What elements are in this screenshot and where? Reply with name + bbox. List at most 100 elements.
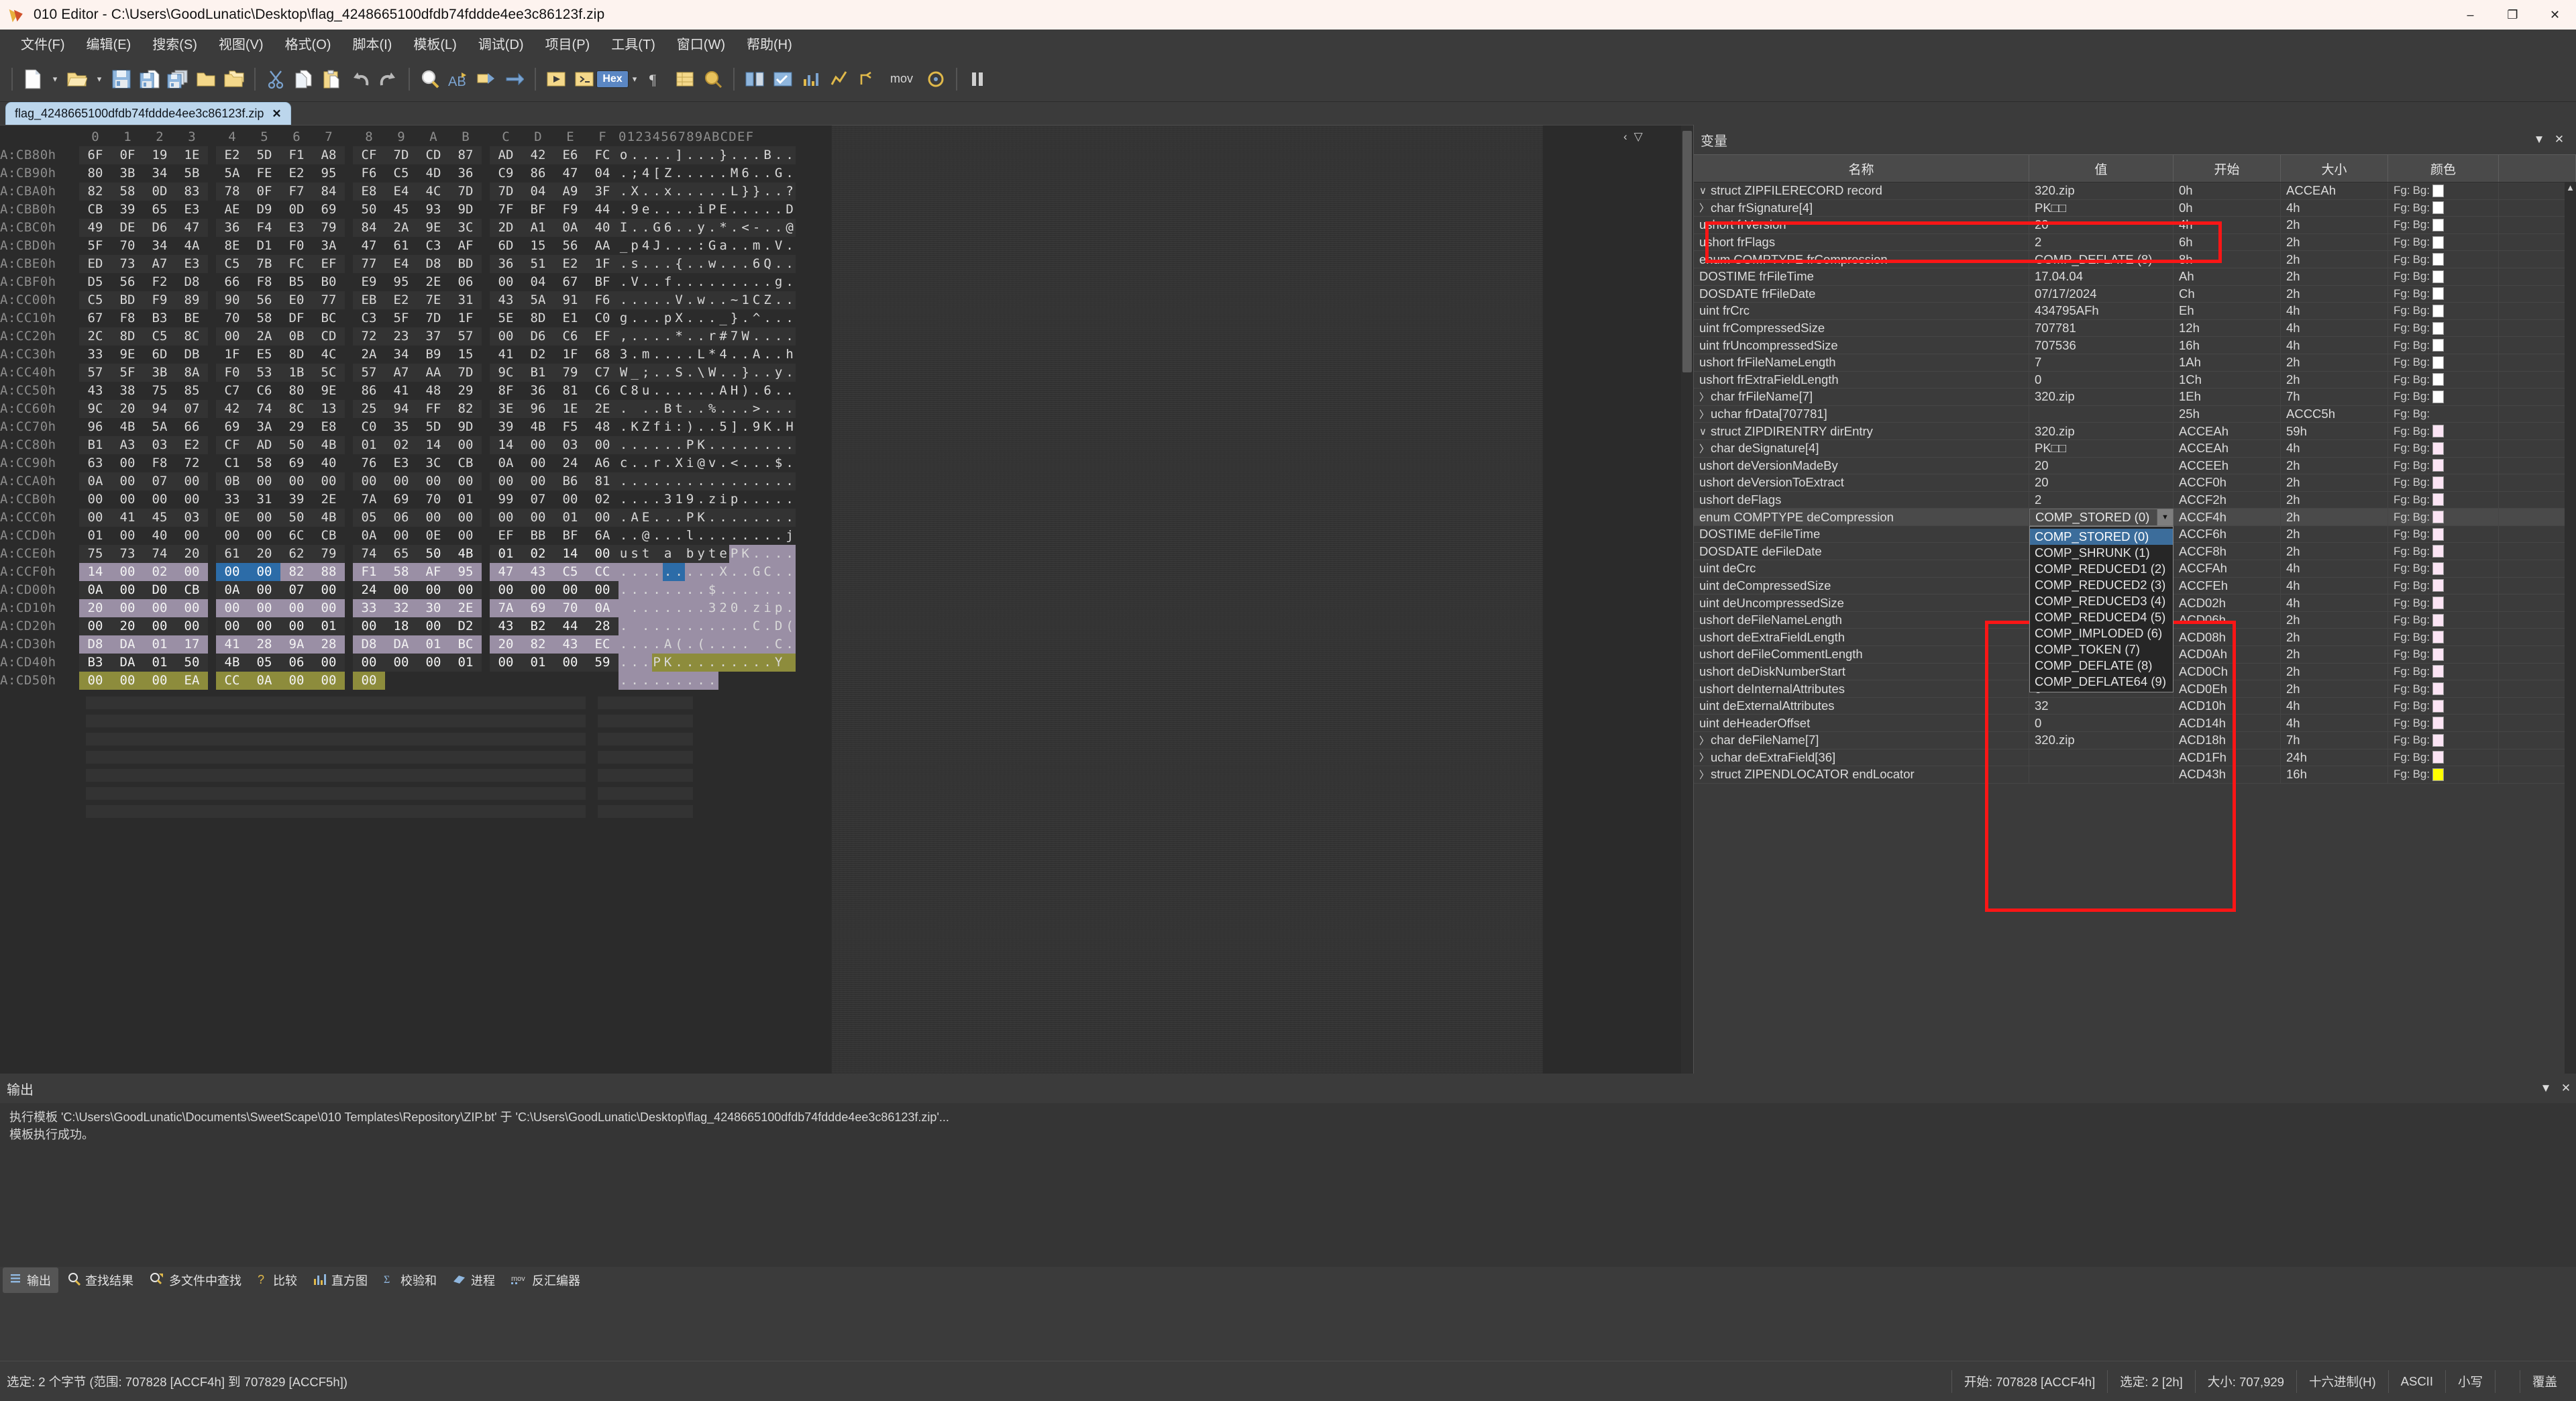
hex-byte[interactable]: B2 (522, 617, 554, 635)
hex-byte[interactable]: 7F (490, 201, 522, 219)
hex-byte[interactable]: 0A (490, 454, 522, 472)
hex-byte[interactable]: 00 (449, 436, 482, 454)
hex-byte[interactable]: 95 (385, 273, 417, 291)
hex-byte[interactable]: 00 (216, 599, 248, 617)
variable-color[interactable]: Fg: Bg: (2388, 560, 2499, 577)
hex-byte[interactable]: 83 (176, 183, 208, 201)
variable-value[interactable]: PK□□ (2029, 439, 2174, 457)
menu-item-0[interactable]: 文件(F) (11, 31, 75, 56)
hex-byte[interactable]: 30 (417, 599, 449, 617)
variable-row[interactable]: uint deExternalAttributes 32 ACD10h 4h Fg: Bg… (1694, 697, 2576, 715)
hex-byte[interactable]: 73 (111, 255, 144, 273)
hex-byte[interactable]: 14 (554, 545, 586, 563)
hex-byte[interactable]: D9 (248, 201, 280, 219)
variable-color[interactable]: Fg: Bg: (2388, 303, 2499, 319)
hex-byte[interactable]: 31 (449, 291, 482, 309)
hex-byte[interactable]: BE (176, 309, 208, 327)
hex-byte[interactable]: 9A (280, 635, 313, 654)
bg-color-swatch[interactable] (2432, 751, 2445, 764)
hex-byte[interactable]: D8 (176, 273, 208, 291)
hex-byte[interactable]: C6 (586, 382, 619, 400)
hex-ascii[interactable]: C 8 u...... A H). 6.. (619, 382, 796, 400)
hex-byte[interactable]: 00 (111, 490, 144, 509)
hex-byte[interactable]: 00 (176, 472, 208, 490)
hex-byte[interactable]: 00 (248, 563, 280, 581)
tree-twisty-icon[interactable]: 〉 (1699, 750, 1711, 764)
hex-byte[interactable]: E5 (248, 346, 280, 364)
hex-byte[interactable]: C5 (79, 291, 111, 309)
column-header-value[interactable]: 值 (2029, 155, 2174, 182)
hex-byte[interactable]: 1E (176, 146, 208, 164)
hex-row[interactable]: A:CC80h B1 A3 03 E2 CF AD 50 4B 01 02 14 00 14 00 03 00.… (0, 436, 796, 454)
hex-byte[interactable]: 1F (586, 255, 619, 273)
hex-byte[interactable]: 2D (490, 219, 522, 237)
hex-byte[interactable]: DE (111, 219, 144, 237)
hex-byte[interactable]: 00 (79, 617, 111, 635)
hex-byte[interactable]: 00 (216, 527, 248, 545)
hex-byte[interactable]: 58 (111, 183, 144, 201)
column-header-size[interactable]: 大小 (2281, 155, 2388, 182)
variable-row[interactable]: 〉 char deSignature[4] PK□□ ACCEAh 4h Fg: Bg: (1694, 439, 2576, 458)
hex-byte[interactable]: 00 (385, 581, 417, 599)
bg-color-swatch[interactable] (2432, 699, 2445, 713)
bg-color-swatch[interactable] (2432, 647, 2445, 661)
hex-byte[interactable]: 72 (176, 454, 208, 472)
file-tab-close-icon[interactable]: ✕ (272, 107, 281, 121)
replace-icon[interactable]: AB (444, 64, 472, 95)
scroll-up-icon[interactable]: ▲ (2565, 183, 2576, 193)
bg-color-swatch[interactable] (2432, 665, 2445, 678)
hex-ascii[interactable]: . .. Bt..%... >... (619, 400, 796, 418)
bg-color-swatch[interactable] (2432, 373, 2445, 386)
hex-byte[interactable]: E3 (176, 255, 208, 273)
hex-byte[interactable]: 5A (216, 164, 248, 183)
hex-byte[interactable]: 00 (586, 436, 619, 454)
hex-byte[interactable]: CB (449, 454, 482, 472)
hex-byte[interactable]: A7 (385, 364, 417, 382)
run-template-icon[interactable] (542, 64, 570, 95)
hex-byte[interactable]: 9C (79, 400, 111, 418)
hex-byte[interactable]: 8C (176, 327, 208, 346)
hex-row[interactable]: A:CB90h 80 3B 34 5B 5A FE E2 95 F6 C5 4D 36 C9 86 47 04.… (0, 164, 796, 183)
hex-byte[interactable]: 67 (79, 309, 111, 327)
hex-byte[interactable]: 00 (111, 472, 144, 490)
hex-byte[interactable]: 79 (313, 219, 345, 237)
hex-byte[interactable]: 02 (522, 545, 554, 563)
hex-byte[interactable]: 00 (490, 509, 522, 527)
hex-byte[interactable]: 81 (554, 382, 586, 400)
hex-byte[interactable]: 5F (385, 309, 417, 327)
hex-byte[interactable]: 72 (353, 327, 385, 346)
undo-icon[interactable] (346, 64, 374, 95)
hex-row[interactable]: A:CBA0h 82 58 0D 83 78 0F F7 84 E8 E4 4C 7D 7D 04 A9 3F.… (0, 183, 796, 201)
hex-byte[interactable]: 5F (79, 237, 111, 255)
hex-byte[interactable]: FC (280, 255, 313, 273)
hex-byte[interactable]: 00 (313, 472, 345, 490)
bg-color-swatch[interactable] (2432, 562, 2445, 575)
hex-byte[interactable]: 00 (280, 472, 313, 490)
file-tab[interactable]: flag_4248665100dfdb74fddde4ee3c86123f.zi… (5, 102, 291, 125)
hex-byte[interactable]: 74 (353, 545, 385, 563)
tree-twisty-icon[interactable]: 〉 (1699, 442, 1711, 456)
hex-byte[interactable]: F9 (554, 201, 586, 219)
hex-byte[interactable]: DA (111, 635, 144, 654)
hex-byte[interactable]: 00 (111, 672, 144, 690)
compression-dropdown-list[interactable]: COMP_STORED (0) COMP_SHRUNK (1) COMP_REDUC… (2029, 525, 2174, 692)
hex-byte[interactable]: 34 (144, 237, 176, 255)
hex-byte[interactable]: EA (176, 672, 208, 690)
hex-byte[interactable]: 24 (353, 581, 385, 599)
variable-row[interactable]: uint frCompressedSize 707781 12h 4h Fg: Bg: (1694, 319, 2576, 338)
open-folder-icon[interactable] (63, 64, 91, 95)
hex-byte[interactable]: 6A (586, 527, 619, 545)
hex-byte[interactable]: 00 (313, 599, 345, 617)
hex-byte[interactable]: 00 (522, 454, 554, 472)
variable-color[interactable]: Fg: Bg: (2388, 611, 2499, 629)
hex-byte[interactable]: 6D (144, 346, 176, 364)
variable-color[interactable]: Fg: Bg: (2388, 697, 2499, 715)
hex-byte[interactable]: B9 (417, 346, 449, 364)
hex-byte[interactable]: 05 (248, 654, 280, 672)
hex-byte[interactable]: CC (586, 563, 619, 581)
hex-byte[interactable]: 00 (79, 509, 111, 527)
hex-ascii[interactable]: ...PK.........Y (619, 654, 796, 672)
hex-ascii[interactable]: .... A(.(.... .C. (619, 635, 796, 654)
hex-row[interactable]: A:CC40h 57 5F 3B 8A F0 53 1B 5C 57 A7 AA 7D 9C B1 79 C7 W… (0, 364, 796, 382)
hex-byte[interactable]: 01 (144, 654, 176, 672)
